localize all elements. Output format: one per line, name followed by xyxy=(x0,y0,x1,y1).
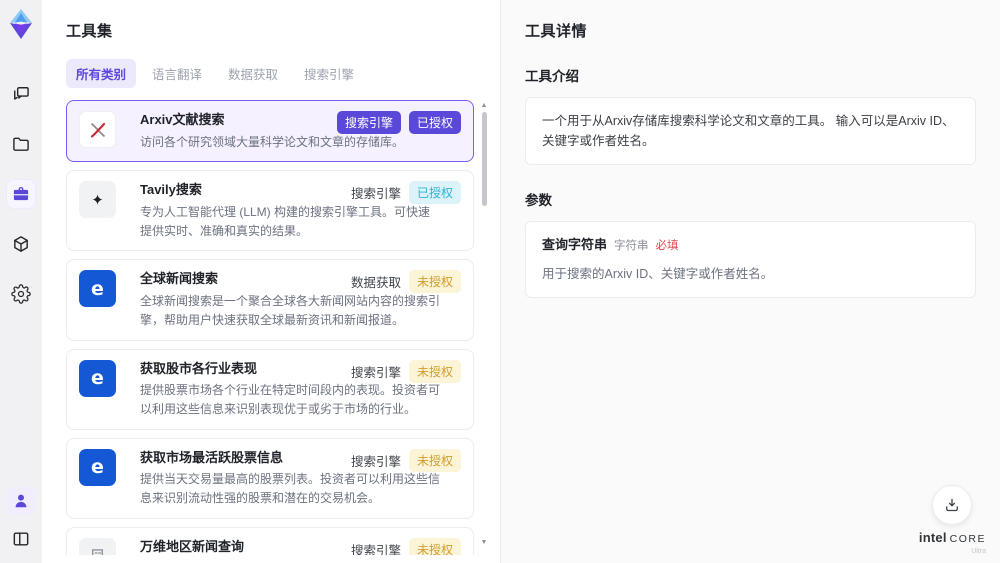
tool-category-badge: 搜索引擎 xyxy=(350,365,401,380)
sidebar-item-panel-toggle[interactable] xyxy=(7,525,35,553)
chat-icon xyxy=(14,87,29,100)
tools-panel-title: 工具集 xyxy=(66,23,113,40)
tool-badges: 搜索引擎 未授权 xyxy=(350,359,461,383)
tool-status-badge: 未授权 xyxy=(408,448,461,472)
sidebar-item-folder[interactable] xyxy=(7,130,35,158)
tool-card[interactable]: ✦ Tavily搜索 专为人工智能代理 (LLM) 构建的搜索引擎工具。可快速提… xyxy=(66,170,474,252)
building-icon xyxy=(79,537,116,555)
gear-icon xyxy=(11,284,31,304)
param-name: 查询字符串 xyxy=(542,237,608,252)
tool-detail-panel: 工具详情 工具介绍 一个用于从Arxiv存储库搜索科学论文和文章的工具。 输入可… xyxy=(500,0,1000,563)
tool-description: 专为人工智能代理 (LLM) 构建的搜索引擎工具。可快速提供实时、准确和真实的结… xyxy=(140,205,431,238)
tool-badges: 搜索引擎 未授权 xyxy=(350,448,461,472)
news-icon: e xyxy=(79,270,116,308)
tool-badges: 数据获取 未授权 xyxy=(350,270,461,294)
arxiv-logo-icon xyxy=(90,122,105,137)
tool-card[interactable]: 万维地区新闻查询 查询具体行政区划内的新闻，快速了解各地新闻动 搜索引擎 未授权 xyxy=(66,526,474,555)
param-description: 用于搜索的Arxiv ID、关键字或作者姓名。 xyxy=(542,266,774,281)
param-type: 字符串 xyxy=(614,240,649,252)
download-button[interactable] xyxy=(932,485,973,525)
tool-category-badge: 搜索引擎 xyxy=(336,111,401,134)
tool-description: 提供当天交易量最高的股票列表。投资者可以利用这些信息来识别流动性强的股票和潜在的… xyxy=(140,472,441,505)
download-icon xyxy=(946,498,959,512)
panel-icon xyxy=(13,532,29,546)
icon-rail xyxy=(0,0,42,563)
tool-badges: 搜索引擎 已授权 xyxy=(336,111,461,134)
tool-description: 全球新闻搜索是一个聚合全球各大新闻网站内容的搜索引擎，帮助用户快速获取全球最新资… xyxy=(140,294,441,327)
stock-icon: e xyxy=(79,359,116,397)
briefcase-icon xyxy=(13,187,29,201)
sidebar-item-chat[interactable] xyxy=(7,80,35,108)
intro-heading: 工具介绍 xyxy=(525,69,579,84)
tool-description: 提供股票市场各个行业在特定时间段内的表现。投资者可以利用这些信息来识别表现优于或… xyxy=(140,383,441,416)
sidebar-item-user[interactable] xyxy=(7,487,35,515)
brand-ultra: Ultra xyxy=(971,548,986,555)
list-scrollbar[interactable]: ▲ ▼ xyxy=(478,100,490,549)
category-tab[interactable]: 数据获取 xyxy=(218,59,288,88)
app-logo-icon xyxy=(10,9,32,39)
tool-category-badge: 搜索引擎 xyxy=(350,187,401,202)
tool-status-badge: 已授权 xyxy=(408,181,461,205)
tool-badges: 搜索引擎 已授权 xyxy=(350,181,461,205)
category-tabs: 所有类别 语言翻译 数据获取 搜索引擎 xyxy=(66,59,490,88)
tool-card[interactable]: e 获取市场最活跃股票信息 提供当天交易量最高的股票列表。投资者可以利用这些信息… xyxy=(66,437,474,519)
params-heading: 参数 xyxy=(525,193,552,208)
tool-list: Arxiv文献搜索 访问各个研究领域大量科学论文和文章的存储库。 搜索引擎 已授… xyxy=(66,100,490,555)
scrollbar-thumb[interactable] xyxy=(482,112,487,206)
arxiv-logo-icon xyxy=(79,111,116,148)
folder-icon xyxy=(13,137,29,151)
intro-card: 一个用于从Arxiv存储库搜索科学论文和文章的工具。 输入可以是Arxiv ID… xyxy=(525,97,976,165)
tool-category-badge: 搜索引擎 xyxy=(350,543,401,555)
cube-icon xyxy=(14,236,28,252)
sidebar-item-packages[interactable] xyxy=(7,230,35,258)
parameter-row: 查询字符串 字符串 必填 xyxy=(542,235,959,256)
brand-core: CORE xyxy=(949,533,986,545)
tool-description: 访问各个研究领域大量科学论文和文章的存储库。 xyxy=(140,134,405,149)
param-required_label: 必填 xyxy=(655,240,679,252)
app-window: 工具集 所有类别 语言翻译 数据获取 搜索引擎 Arxiv文献搜索 访问各个研究领域大… xyxy=(0,0,1000,563)
tool-status-badge: 已授权 xyxy=(408,111,461,134)
category-tab[interactable]: 所有类别 xyxy=(66,59,137,88)
scroll-up-icon[interactable]: ▲ xyxy=(480,102,488,110)
param-card: 查询字符串 字符串 必填用于搜索的Arxiv ID、关键字或作者姓名。 xyxy=(525,221,976,298)
scroll-down-icon[interactable]: ▼ xyxy=(480,539,488,547)
tool-status-badge: 未授权 xyxy=(408,270,461,294)
sparkle-icon: ✦ xyxy=(79,181,116,219)
tool-card[interactable]: Arxiv文献搜索 访问各个研究领域大量科学论文和文章的存储库。 搜索引擎 已授… xyxy=(66,100,474,163)
sidebar-item-settings[interactable] xyxy=(7,280,35,308)
category-tab[interactable]: 搜索引擎 xyxy=(294,59,364,88)
tool-badges: 搜索引擎 未授权 xyxy=(350,537,461,555)
tool-status-badge: 未授权 xyxy=(408,537,461,555)
sidebar-item-toolbox[interactable] xyxy=(7,180,35,208)
corner-widgets: intel CORE Ultra xyxy=(919,485,986,555)
tools-panel: 工具集 所有类别 语言翻译 数据获取 搜索引擎 Arxiv文献搜索 访问各个研究领域大… xyxy=(42,0,500,563)
tool-category-badge: 搜索引擎 xyxy=(350,454,401,469)
building-icon xyxy=(92,548,103,555)
tool-category-badge: 数据获取 xyxy=(350,276,401,291)
tool-card[interactable]: e 获取股市各行业表现 提供股票市场各个行业在特定时间段内的表现。投资者可以利用… xyxy=(66,348,474,430)
stock-icon: e xyxy=(79,448,116,486)
user-icon xyxy=(15,494,27,508)
tool-status-badge: 未授权 xyxy=(408,359,461,383)
detail-panel-title: 工具详情 xyxy=(525,23,588,40)
brand-intel: intel xyxy=(918,530,947,545)
intel-core-logo: intel CORE Ultra xyxy=(919,530,986,555)
category-tab[interactable]: 语言翻译 xyxy=(142,59,212,88)
tool-card[interactable]: e 全球新闻搜索 全球新闻搜索是一个聚合全球各大新闻网站内容的搜索引擎，帮助用户… xyxy=(66,259,474,341)
